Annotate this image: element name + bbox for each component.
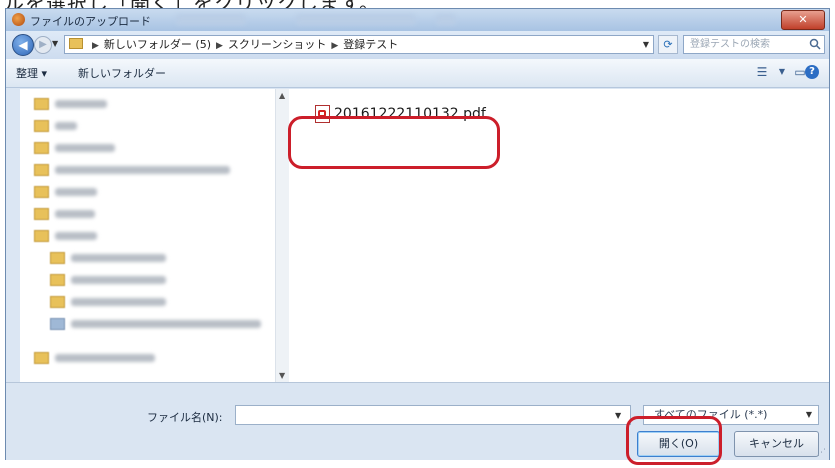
file-type-value: すべてのファイル (*.*) (654, 408, 768, 421)
blurred-label (55, 210, 95, 218)
folder-icon (50, 274, 65, 286)
nav-folder-item[interactable] (34, 119, 77, 133)
scroll-down-icon[interactable]: ▼ (279, 371, 285, 380)
blurred-label (55, 144, 115, 152)
blurred-label (55, 354, 155, 362)
address-bar: ◀ ▶ ▼ ▶ 新しいフォルダー (5) ▶ スクリーンショット ▶ 登録テスト ▼ ⟳ … (6, 31, 829, 59)
pdf-icon (315, 105, 330, 123)
filename-field[interactable] (235, 405, 631, 425)
search-icon (809, 38, 821, 50)
folder-icon (69, 38, 83, 49)
folder-icon (34, 230, 49, 242)
browser-icon (12, 13, 25, 26)
nav-folder-item[interactable] (50, 273, 166, 287)
file-upload-dialog: ファイルのアップロード ✕ ◀ ▶ ▼ ▶ 新しいフォルダー (5) ▶ スクリーンシ… (5, 8, 830, 460)
file-type-select[interactable]: すべてのファイル (*.*) ▼ (643, 405, 819, 425)
chevron-down-icon[interactable]: ▼ (774, 64, 790, 80)
chevron-right-icon: ▶ (92, 41, 99, 51)
nav-folder-item[interactable] (34, 351, 155, 365)
folder-icon (34, 352, 49, 364)
breadcrumb[interactable]: ▶ 新しいフォルダー (5) ▶ スクリーンショット ▶ 登録テスト ▼ (64, 35, 654, 54)
file-list[interactable]: 20161222110132.pdf (289, 89, 829, 382)
chevron-down-icon[interactable]: ▼ (615, 411, 621, 420)
close-button[interactable]: ✕ (781, 10, 825, 30)
blurred-tab (176, 14, 246, 25)
open-button[interactable]: 開く(O) (637, 431, 720, 457)
navigation-pane[interactable] (20, 89, 276, 382)
filename-label: ファイル名(N): (147, 411, 223, 424)
nav-folder-item[interactable] (50, 317, 261, 331)
blurred-label (55, 122, 77, 130)
blurred-label (71, 298, 166, 306)
organize-button[interactable]: 整理 ▾ (16, 65, 47, 81)
folder-icon (50, 252, 65, 264)
nav-folder-item[interactable] (50, 295, 166, 309)
breadcrumb-item[interactable]: 新しいフォルダー (5) (104, 38, 211, 51)
chevron-down-icon[interactable]: ▼ (643, 36, 649, 53)
blurred-label (71, 254, 166, 262)
folder-icon (34, 164, 49, 176)
folder-icon (34, 208, 49, 220)
blurred-label (55, 166, 230, 174)
nav-folder-item[interactable] (34, 97, 107, 111)
blurred-label (71, 320, 261, 328)
folder-icon (34, 98, 49, 110)
title-bar: ファイルのアップロード ✕ (6, 9, 829, 31)
forward-button[interactable]: ▶ (34, 36, 52, 54)
recent-pages-dropdown[interactable]: ▼ (52, 39, 58, 48)
file-name[interactable]: 20161222110132.pdf (334, 106, 486, 122)
folder-icon (34, 186, 49, 198)
folder-icon (50, 296, 65, 308)
breadcrumb-item[interactable]: スクリーンショット (228, 38, 326, 51)
nav-folder-item[interactable] (34, 163, 230, 177)
chevron-right-icon: ▶ (216, 41, 223, 51)
blurred-label (55, 232, 97, 240)
nav-folder-item[interactable] (34, 207, 95, 221)
nav-folder-item[interactable] (50, 251, 166, 265)
scroll-up-icon[interactable]: ▲ (279, 91, 285, 100)
nav-folder-item[interactable] (34, 229, 97, 243)
toolbar: 整理 ▾ 新しいフォルダー ☰ ▼ ▭ ? (6, 59, 829, 88)
new-folder-button[interactable]: 新しいフォルダー (78, 65, 166, 81)
back-button[interactable]: ◀ (12, 34, 34, 56)
window-title: ファイルのアップロード (30, 15, 151, 28)
folder-icon (34, 142, 49, 154)
blurred-label (55, 100, 107, 108)
refresh-button[interactable]: ⟳ (658, 35, 678, 54)
help-icon[interactable]: ? (805, 65, 819, 79)
view-options-icon[interactable]: ☰ (754, 64, 770, 80)
cancel-button[interactable]: キャンセル (734, 431, 819, 457)
file-dialog-footer: ファイル名(N): ▼ すべてのファイル (*.*) ▼ 開く(O) キャンセル… (6, 382, 829, 460)
blurred-label (55, 188, 97, 196)
nav-folder-item[interactable] (34, 185, 97, 199)
nav-scrollbar[interactable]: ▲ ▼ (275, 89, 290, 382)
search-input[interactable]: 登録テストの検索 (683, 35, 825, 54)
folder-icon (50, 318, 65, 330)
folder-icon (34, 120, 49, 132)
blurred-label (71, 276, 166, 284)
blurred-tab (296, 14, 416, 25)
chevron-right-icon: ▶ (331, 41, 339, 51)
blurred-tab (436, 14, 456, 25)
nav-folder-item[interactable] (34, 141, 115, 155)
breadcrumb-item[interactable]: 登録テスト (343, 38, 398, 51)
search-placeholder: 登録テストの検索 (690, 39, 770, 50)
file-item[interactable]: 20161222110132.pdf (315, 103, 486, 125)
resize-grip-icon[interactable]: ⋰ (817, 448, 826, 458)
chevron-down-icon: ▼ (805, 410, 812, 419)
